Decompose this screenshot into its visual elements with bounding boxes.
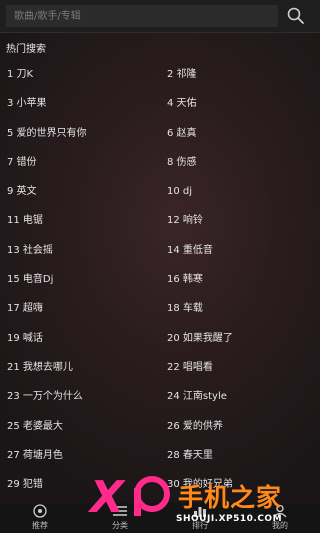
hot-search-label: 23 一万个为什么 <box>7 391 83 403</box>
hot-search-item[interactable]: 20 如果我醒了 <box>160 324 320 353</box>
section-title: 热门搜索 <box>6 44 46 55</box>
hot-search-item[interactable]: 11 电锯 <box>0 206 160 235</box>
hot-search-label: 21 我想去哪儿 <box>7 361 73 373</box>
hot-search-item[interactable]: 19 喊话 <box>0 324 160 353</box>
hot-search-label: 18 车载 <box>167 303 203 315</box>
hot-search-item[interactable]: 3 小苹果 <box>0 89 160 118</box>
hot-search-label: 19 喊话 <box>7 332 43 344</box>
tab-label: 推荐 <box>32 521 48 530</box>
hot-search-item[interactable]: 14 重低音 <box>160 236 320 265</box>
hot-search-item[interactable]: 24 江南style <box>160 382 320 411</box>
hot-search-label: 9 英文 <box>7 186 37 198</box>
tab-ranking[interactable]: 排行 <box>160 503 240 533</box>
hot-search-label: 10 dj <box>167 186 193 198</box>
hot-search-label: 6 赵真 <box>167 127 197 139</box>
hot-search-item[interactable]: 15 电音Dj <box>0 265 160 294</box>
tab-recommend[interactable]: 推荐 <box>0 503 80 533</box>
search-icon[interactable] <box>286 6 306 26</box>
recommend-icon <box>33 504 47 518</box>
hot-search-label: 22 唱唱看 <box>167 361 213 373</box>
hot-search-item[interactable]: 26 爱的供养 <box>160 412 320 441</box>
hot-search-label: 7 错份 <box>7 156 37 168</box>
hot-search-label: 1 刀K <box>7 69 34 80</box>
hot-search-item[interactable]: 7 错份 <box>0 148 160 177</box>
hot-search-item[interactable]: 10 dj <box>160 177 320 206</box>
search-bar <box>0 0 320 33</box>
hot-search-label: 5 爱的世界只有你 <box>7 127 87 139</box>
hot-search-label: 13 社会摇 <box>7 244 53 256</box>
hot-search-label: 27 荷塘月色 <box>7 449 63 461</box>
hot-search-label: 20 如果我醒了 <box>167 332 233 344</box>
tab-label: 排行 <box>192 521 208 530</box>
hot-search-label: 11 电锯 <box>7 215 43 227</box>
tab-profile[interactable]: 我的 <box>240 503 320 533</box>
tab-label: 分类 <box>112 521 128 530</box>
hot-search-label: 24 江南style <box>167 391 227 403</box>
hot-search-item[interactable]: 6 赵真 <box>160 119 320 148</box>
hot-search-item[interactable]: 1 刀K <box>0 60 160 89</box>
hot-search-label: 14 重低音 <box>167 244 213 256</box>
hot-search-item[interactable]: 25 老婆最大 <box>0 412 160 441</box>
category-icon <box>113 506 127 516</box>
hot-search-item[interactable]: 23 一万个为什么 <box>0 382 160 411</box>
hot-search-label: 25 老婆最大 <box>7 420 63 432</box>
tab-category[interactable]: 分类 <box>80 503 160 533</box>
hot-search-item[interactable]: 8 伤感 <box>160 148 320 177</box>
hot-search-item[interactable]: 22 唱唱看 <box>160 353 320 382</box>
hot-search-label: 4 天佑 <box>167 98 197 110</box>
hot-search-item[interactable]: 30 我的好兄弟 <box>160 470 320 499</box>
ranking-icon <box>194 507 206 517</box>
hot-search-label: 12 响铃 <box>167 215 203 227</box>
hot-search-label: 29 犯错 <box>7 479 43 491</box>
hot-search-item[interactable]: 29 犯错 <box>0 470 160 499</box>
bottom-tab-bar: 推荐 分类 排行 我的 <box>0 503 320 533</box>
hot-search-label: 15 电音Dj <box>7 274 54 286</box>
hot-search-label: 26 爱的供养 <box>167 420 223 432</box>
tab-label: 我的 <box>272 521 288 530</box>
hot-search-item[interactable]: 4 天佑 <box>160 89 320 118</box>
hot-search-item[interactable]: 21 我想去哪儿 <box>0 353 160 382</box>
hot-search-item[interactable]: 13 社会摇 <box>0 236 160 265</box>
search-input[interactable] <box>6 5 278 27</box>
hot-search-grid: 1 刀K 2 祁隆 3 小苹果 4 天佑 5 爱的世界只有你 6 赵真 7 错份 8 伤感 9 … <box>0 60 320 519</box>
hot-search-label: 30 我的好兄弟 <box>167 479 233 491</box>
hot-search-item[interactable]: 27 荷塘月色 <box>0 441 160 470</box>
hot-search-item[interactable]: 5 爱的世界只有你 <box>0 119 160 148</box>
hot-search-label: 17 超嗨 <box>7 303 43 315</box>
hot-search-label: 8 伤感 <box>167 156 197 168</box>
hot-search-label: 2 祁隆 <box>167 69 197 80</box>
hot-search-item[interactable]: 18 车载 <box>160 294 320 323</box>
hot-search-item[interactable]: 17 超嗨 <box>0 294 160 323</box>
hot-search-item[interactable]: 12 响铃 <box>160 206 320 235</box>
hot-search-item[interactable]: 2 祁隆 <box>160 60 320 89</box>
hot-search-item[interactable]: 9 英文 <box>0 177 160 206</box>
hot-search-label: 28 春天里 <box>167 449 213 461</box>
hot-search-item[interactable]: 28 春天里 <box>160 441 320 470</box>
hot-search-label: 16 韩寒 <box>167 274 203 286</box>
hot-search-item[interactable]: 16 韩寒 <box>160 265 320 294</box>
hot-search-label: 3 小苹果 <box>7 98 47 110</box>
profile-icon <box>273 504 287 518</box>
